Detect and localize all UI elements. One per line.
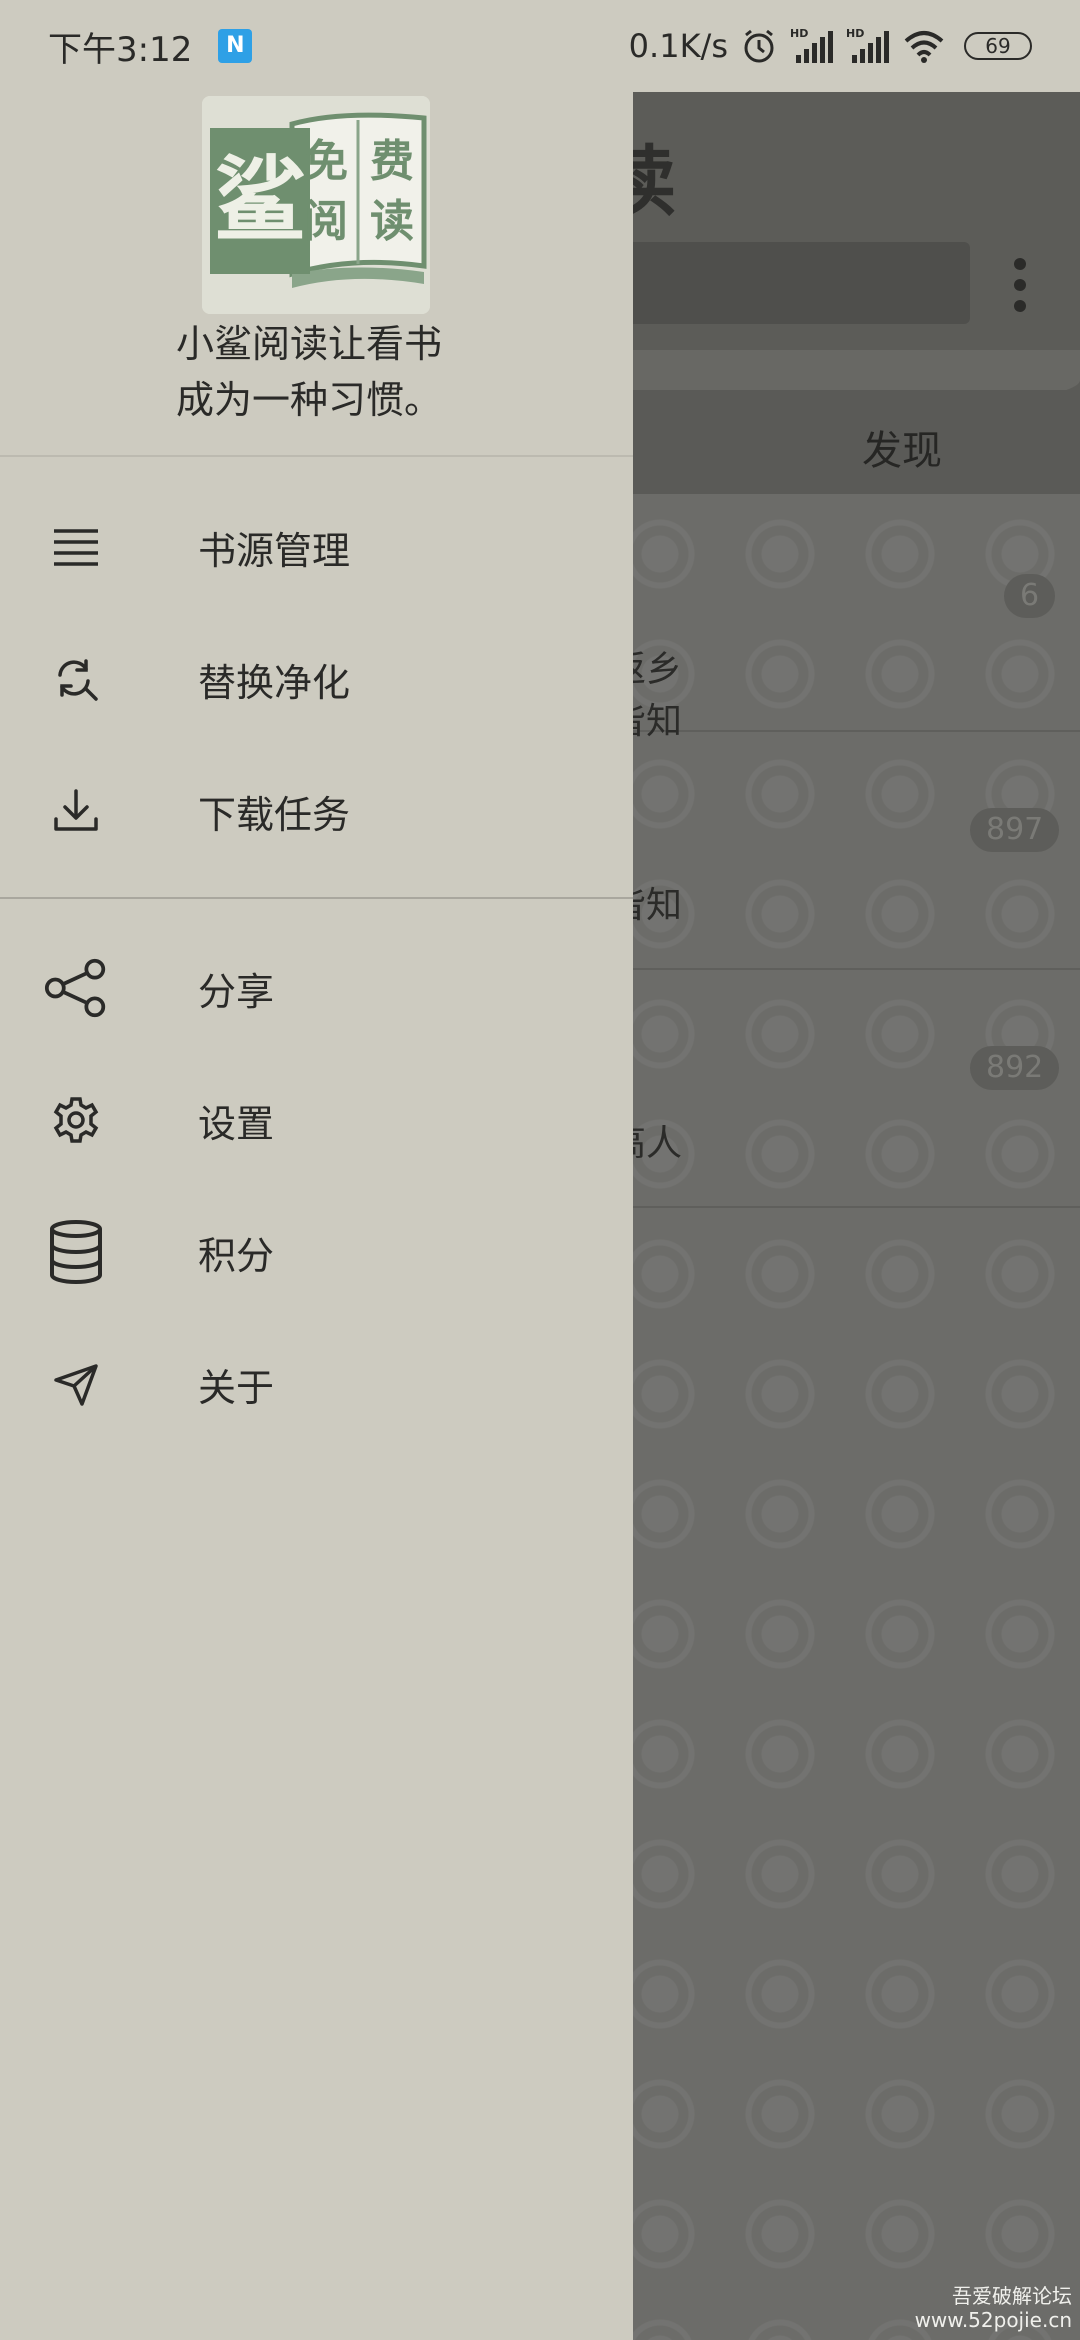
menu-item-book-source[interactable]: 书源管理 [0,481,633,613]
menu-item-label: 分享 [198,969,275,1014]
alarm-icon [740,27,778,65]
menu-item-about[interactable]: 关于 [0,1318,633,1450]
menu-item-label: 替换净化 [198,660,351,705]
status-bar: 下午3:12 N 0.1K/s HD HD 69 [0,0,1080,92]
signal-hd-label: HD [846,27,864,40]
logo-book-char: 读 [370,196,414,247]
app-tagline: 小鲨阅读让看书 成为一种习惯。 [176,316,476,428]
share-icon [44,956,108,1020]
list-icon [44,515,108,579]
watermark-line: 吾爱破解论坛 [952,2284,1072,2308]
menu-item-label: 下载任务 [198,792,351,837]
logo-book-char: 阅 [304,196,348,247]
drawer-menu-primary: 书源管理 替换净化 下载任务 [0,481,633,877]
menu-item-replace-rules[interactable]: 替换净化 [0,613,633,745]
download-icon [44,779,108,843]
wifi-icon [902,27,946,65]
drawer-header: 鲨 免 费 阅 读 小鲨阅读让看书 成为一种习惯。 [0,92,633,457]
menu-item-label: 设置 [198,1101,275,1146]
logo-main-char: 鲨 [214,146,306,254]
tab-discover: 发现 [862,428,942,474]
drawer-menu-secondary: 分享 设置 积分 关于 [0,922,633,1450]
tagline-line: 成为一种习惯。 [176,378,443,422]
menu-item-points[interactable]: 积分 [0,1186,633,1318]
gear-icon [44,1088,108,1152]
navigation-drawer: 鲨 免 费 阅 读 小鲨阅读让看书 成为一种习惯。 书源管理 替换净化 下载任务… [0,0,633,2340]
logo-book-char: 免 [304,136,348,187]
menu-divider [0,897,633,899]
signal-icon: HD [846,27,890,65]
app-logo: 鲨 免 费 阅 读 [202,96,430,314]
menu-item-download-tasks[interactable]: 下载任务 [0,745,633,877]
menu-item-label: 积分 [198,1233,275,1278]
unread-badge: 897 [970,808,1060,852]
network-speed: 0.1K/s [628,27,728,65]
menu-item-label: 关于 [198,1365,275,1410]
watermark: 吾爱破解论坛 www.52pojie.cn [915,2284,1072,2332]
logo-book-char: 费 [370,136,414,187]
tagline-line: 小鲨阅读让看书 [176,322,443,366]
status-time: 下午3:12 [48,29,193,70]
more-options-icon [1004,258,1036,312]
database-icon [44,1220,108,1284]
unread-badge: 6 [1004,574,1056,618]
menu-item-label: 书源管理 [198,528,351,573]
unread-badge: 892 [970,1046,1060,1090]
signal-icon: HD [790,27,834,65]
notification-app-icon: N [218,29,253,63]
replace-icon [44,647,108,711]
battery-indicator: 69 [964,32,1032,60]
menu-item-settings[interactable]: 设置 [0,1054,633,1186]
send-icon [44,1352,108,1416]
watermark-line: www.52pojie.cn [914,2308,1072,2332]
signal-hd-label: HD [790,27,808,40]
menu-item-share[interactable]: 分享 [0,922,633,1054]
